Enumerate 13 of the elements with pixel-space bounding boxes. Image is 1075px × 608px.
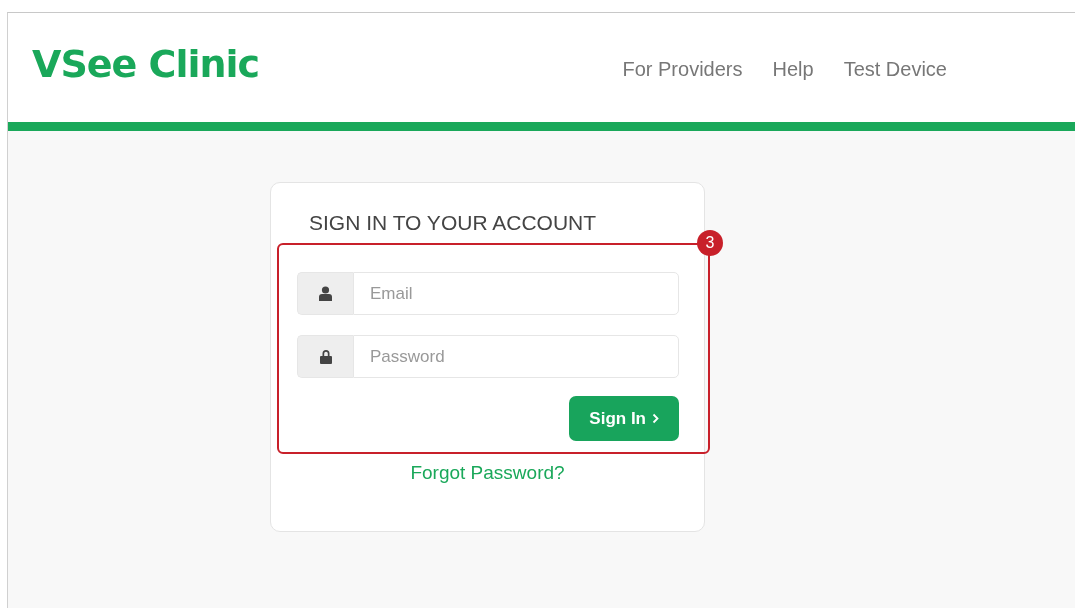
sign-in-button[interactable]: Sign In	[569, 396, 679, 441]
number-badge: 3	[697, 230, 723, 256]
nav-link[interactable]: Test Device	[843, 58, 947, 81]
user-icon	[319, 286, 332, 301]
nav-link[interactable]: For Providers	[622, 58, 743, 81]
forgot-password-link[interactable]: Forgot Password?	[410, 462, 565, 484]
nav-link[interactable]: Help	[772, 58, 814, 81]
input-field[interactable]: Password	[353, 335, 679, 378]
form-title: SIGN IN TO YOUR ACCOUNT	[309, 211, 598, 235]
chevron-icon	[652, 413, 659, 424]
logo[interactable]: VSee Clinic	[32, 41, 260, 86]
lock-icon	[319, 349, 332, 364]
input-field[interactable]: Email	[353, 272, 679, 315]
